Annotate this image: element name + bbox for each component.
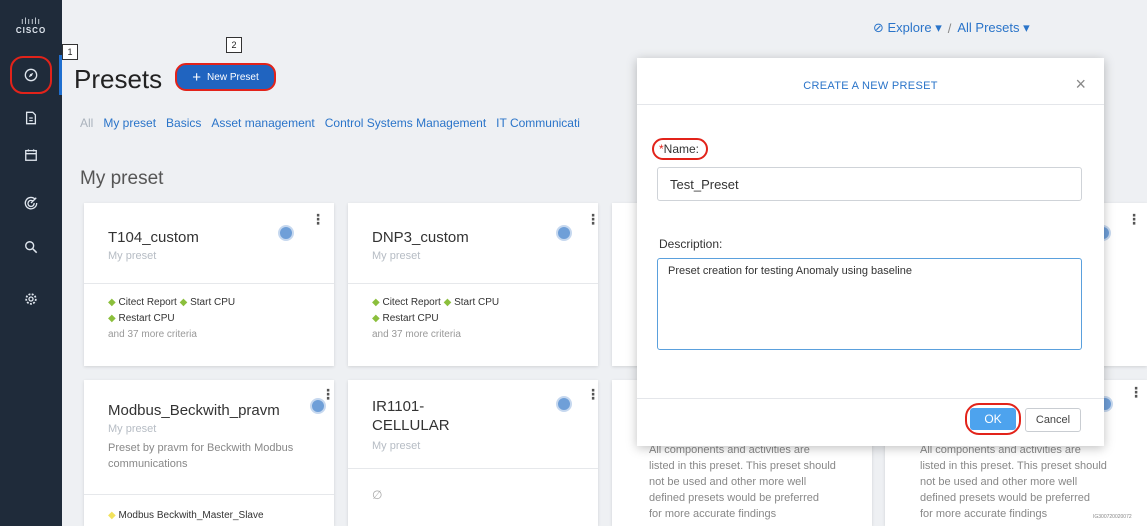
filter-control-systems-management[interactable]: Control Systems Management	[325, 116, 486, 130]
cisco-logo: ılıılı CISCO	[15, 16, 47, 35]
name-input[interactable]: Test_Preset	[657, 167, 1082, 201]
modal-title: CREATE A NEW PRESET	[803, 80, 938, 92]
filter-it-communication[interactable]: IT Communicati	[496, 116, 580, 130]
name-label: *Name:	[659, 142, 700, 156]
all-presets-menu[interactable]: All Presets ▾	[957, 20, 1029, 36]
ok-button[interactable]: OK	[970, 408, 1016, 430]
card-divider	[348, 283, 598, 284]
radar-icon[interactable]	[16, 188, 46, 218]
leaf-icon: ◆	[179, 297, 188, 308]
sidebar: ılıılı CISCO	[0, 0, 62, 526]
filter-all[interactable]: All	[80, 116, 93, 130]
leaf-icon: ◆	[443, 297, 452, 308]
calendar-icon[interactable]	[16, 140, 46, 170]
preset-card-t104[interactable]: T104_custom My preset ⋮ ◆ Citect Report …	[84, 203, 334, 366]
card-description: All components and activities are listed…	[920, 444, 1107, 520]
settings-icon[interactable]	[16, 284, 46, 314]
card-description: All components and activities are listed…	[649, 444, 836, 520]
kebab-menu-icon[interactable]: ⋮	[321, 386, 335, 403]
modal-footer-divider	[637, 398, 1104, 399]
preset-badge-icon	[556, 396, 572, 412]
description-textarea[interactable]: Preset creation for testing Anomaly usin…	[657, 258, 1082, 350]
kebab-menu-icon[interactable]: ⋮	[311, 211, 325, 228]
leaf-icon: ◆	[372, 297, 380, 308]
card-title: T104_custom	[108, 229, 199, 246]
plus-icon: +	[192, 68, 202, 86]
active-indicator	[59, 55, 62, 95]
card-more-criteria: and 37 more criteria	[372, 329, 461, 340]
report-icon[interactable]	[16, 103, 46, 133]
leaf-icon: ◆	[108, 313, 116, 324]
filter-my-preset[interactable]: My preset	[103, 116, 156, 130]
preset-card-dnp3[interactable]: DNP3_custom My preset ⋮ ◆ Citect Report …	[348, 203, 600, 366]
card-criteria: ◆ Citect Report ◆ Start CPU ◆ Restart CP…	[372, 297, 500, 324]
card-divider	[348, 468, 598, 469]
breadcrumb-separator: /	[947, 20, 952, 36]
preset-card-ir1101[interactable]: IR1101- CELLULAR My preset ⋮ ∅	[348, 380, 600, 526]
leaf-icon: ◆	[108, 297, 116, 308]
card-criteria: ◆ Modbus Beckwith_Master_Slave	[108, 510, 264, 521]
card-divider	[84, 494, 334, 495]
modal-header-divider	[637, 104, 1104, 105]
step-marker-2: 2	[226, 37, 242, 53]
explore-icon[interactable]	[16, 60, 46, 90]
kebab-menu-icon[interactable]: ⋮	[1127, 211, 1141, 228]
card-more-criteria: and 37 more criteria	[108, 329, 197, 340]
preset-badge-icon	[278, 225, 294, 241]
card-subtitle: My preset	[372, 440, 421, 452]
close-icon[interactable]: ×	[1075, 74, 1086, 95]
cancel-button[interactable]: Cancel	[1025, 408, 1081, 432]
preset-card-modbus-beckwith[interactable]: Modbus_Beckwith_pravm My preset Preset b…	[84, 380, 335, 526]
filter-basics[interactable]: Basics	[166, 116, 201, 130]
card-subtitle: My preset	[108, 250, 157, 262]
filter-asset-management[interactable]: Asset management	[211, 116, 314, 130]
preset-badge-icon	[556, 225, 572, 241]
card-description: Preset by pravm for Beckwith Modbus commu…	[108, 442, 294, 470]
image-watermark: IG300720020072	[1093, 514, 1132, 520]
kebab-menu-icon[interactable]: ⋮	[1129, 384, 1143, 401]
create-preset-modal: CREATE A NEW PRESET × *Name: Test_Preset…	[637, 58, 1104, 446]
description-label: Description:	[659, 237, 723, 251]
card-subtitle: My preset	[108, 423, 157, 435]
step-marker-1: 1	[62, 44, 78, 60]
page-title: Presets	[74, 64, 163, 94]
kebab-menu-icon[interactable]: ⋮	[586, 386, 600, 403]
card-divider	[84, 283, 334, 284]
breadcrumb: ⊘ Explore ▾ / All Presets ▾	[873, 20, 1030, 36]
leaf-icon: ◆	[372, 313, 380, 324]
card-title-line2: CELLULAR	[372, 417, 450, 434]
card-criteria: ◆ Citect Report ◆ Start CPU ◆ Restart CP…	[108, 297, 236, 324]
card-title: DNP3_custom	[372, 229, 469, 246]
card-title: Modbus_Beckwith_pravm	[108, 402, 280, 419]
card-subtitle: My preset	[372, 250, 421, 262]
new-preset-label: New Preset	[207, 71, 259, 83]
new-preset-button[interactable]: + New Preset	[175, 63, 276, 91]
card-title: IR1101-	[372, 398, 425, 415]
leaf-icon: ◆	[108, 510, 116, 521]
empty-criteria-icon: ∅	[372, 488, 383, 502]
kebab-menu-icon[interactable]: ⋮	[586, 211, 600, 228]
category-filters: All My preset Basics Asset management Co…	[80, 116, 580, 130]
search-icon[interactable]	[16, 232, 46, 262]
section-title: My preset	[80, 168, 164, 189]
explore-menu[interactable]: ⊘ Explore ▾	[873, 20, 942, 36]
